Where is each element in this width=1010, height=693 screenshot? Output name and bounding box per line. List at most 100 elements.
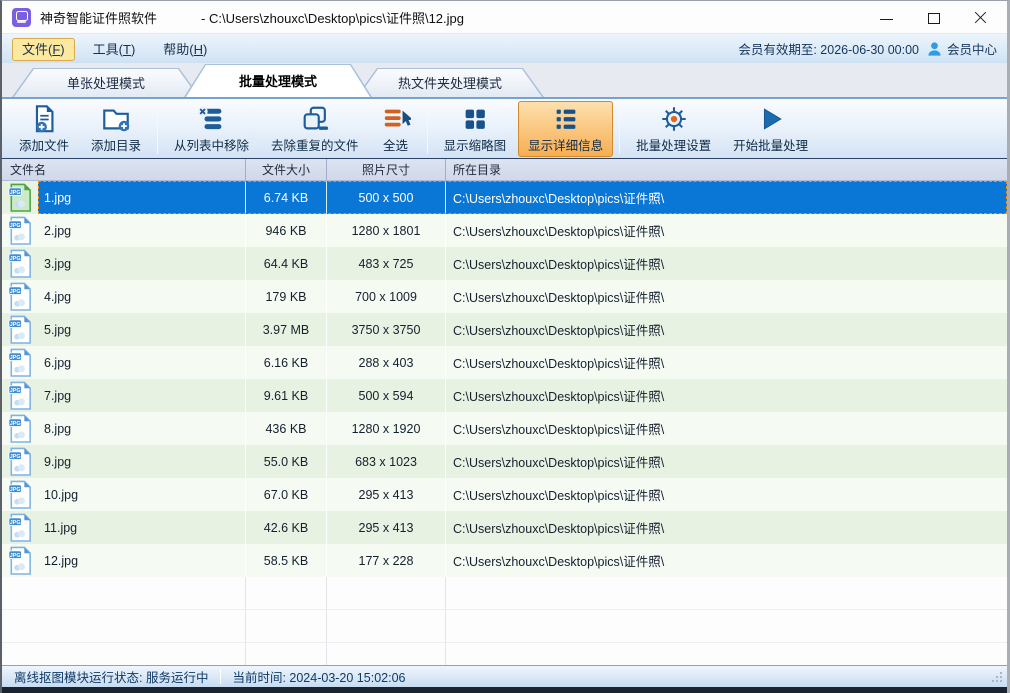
toolbar-button-show-thumbnails[interactable]: 显示缩略图 — [434, 101, 517, 157]
toolbar-button-add-file[interactable]: 添加文件 — [9, 101, 79, 157]
toolbar-button-show-details[interactable]: 显示详细信息 — [518, 101, 613, 157]
jpg-file-icon: JPG — [8, 249, 32, 278]
toolbar-button-remove-duplicates[interactable]: 去除重复的文件 — [261, 101, 369, 157]
table-row[interactable]: JPG 2.jpg946 KB1280 x 1801C:\Users\zhoux… — [2, 214, 1007, 247]
svg-text:JPG: JPG — [10, 421, 21, 427]
svg-text:JPG: JPG — [10, 289, 21, 295]
file-icon-cell: JPG — [2, 280, 38, 313]
row-cells: 8.jpg436 KB1280 x 1920C:\Users\zhouxc\De… — [38, 412, 1007, 445]
table-row[interactable]: JPG 3.jpg64.4 KB483 x 725C:\Users\zhouxc… — [2, 247, 1007, 280]
directory-cell: C:\Users\zhouxc\Desktop\pics\证件照\ — [445, 544, 1007, 577]
row-cells: 10.jpg67.0 KB295 x 413C:\Users\zhouxc\De… — [38, 478, 1007, 511]
toolbar-button-label: 显示缩略图 — [444, 135, 507, 154]
show-thumbnails-icon — [460, 104, 490, 134]
file-size-cell: 436 KB — [245, 412, 326, 445]
svg-text:JPG: JPG — [10, 256, 21, 262]
file-name-cell: 10.jpg — [38, 478, 245, 511]
table-row[interactable]: JPG 5.jpg3.97 MB3750 x 3750C:\Users\zhou… — [2, 313, 1007, 346]
toolbar-button-label: 添加目录 — [91, 135, 141, 154]
app-title: 神奇智能证件照软件 — [40, 8, 157, 27]
toolbar-button-label: 添加文件 — [19, 135, 69, 154]
minimize-icon[interactable] — [880, 11, 893, 24]
module-status-text: 离线抠图模块运行状态: 服务运行中 — [2, 667, 220, 686]
toolbar-separator — [619, 104, 620, 154]
column-header-filesize[interactable]: 文件大小 — [245, 159, 326, 180]
empty-table-row — [2, 577, 1007, 610]
directory-cell: C:\Users\zhouxc\Desktop\pics\证件照\ — [445, 181, 1007, 214]
photo-dimensions-cell: 3750 x 3750 — [326, 313, 445, 346]
mode-tab-bar: 单张处理模式批量处理模式热文件夹处理模式 — [2, 63, 1007, 97]
svg-text:JPG: JPG — [10, 322, 21, 328]
file-table: 文件名 文件大小 照片尺寸 所在目录 JPG 1.jpg6.74 KB500 x… — [2, 159, 1007, 666]
tab-label: 单张处理模式 — [12, 68, 200, 97]
jpg-file-icon: JPG — [8, 315, 32, 344]
menu-item-F[interactable]: 文件(F) — [12, 38, 75, 61]
show-details-icon — [551, 104, 581, 134]
row-cells: 7.jpg9.61 KB500 x 594C:\Users\zhouxc\Des… — [38, 379, 1007, 412]
table-header-row: 文件名 文件大小 照片尺寸 所在目录 — [2, 159, 1007, 181]
member-person-icon — [927, 41, 942, 57]
jpg-file-icon: JPG — [8, 216, 32, 245]
column-header-directory[interactable]: 所在目录 — [445, 159, 1007, 180]
table-row[interactable]: JPG 1.jpg6.74 KB500 x 500C:\Users\zhouxc… — [2, 181, 1007, 214]
toolbar-button-select-all[interactable]: 全选 — [371, 101, 421, 157]
toolbar-button-start-batch[interactable]: 开始批量处理 — [723, 101, 818, 157]
file-size-cell: 946 KB — [245, 214, 326, 247]
tab-batch-mode[interactable]: 批量处理模式 — [184, 64, 372, 97]
jpg-file-icon: JPG — [8, 348, 32, 377]
file-icon-cell: JPG — [2, 478, 38, 511]
row-cells: 6.jpg6.16 KB288 x 403C:\Users\zhouxc\Des… — [38, 346, 1007, 379]
resize-grip-icon[interactable] — [990, 670, 1004, 684]
row-cells: 5.jpg3.97 MB3750 x 3750C:\Users\zhouxc\D… — [38, 313, 1007, 346]
row-cells: 12.jpg58.5 KB177 x 228C:\Users\zhouxc\De… — [38, 544, 1007, 577]
toolbar-separator — [157, 104, 158, 154]
membership-area: 会员有效期至: 2026-06-30 00:00 会员中心 — [738, 39, 997, 58]
toolbar-button-batch-settings[interactable]: 批量处理设置 — [626, 101, 721, 157]
close-icon[interactable] — [974, 11, 987, 24]
select-all-icon — [381, 104, 411, 134]
table-row[interactable]: JPG 9.jpg55.0 KB683 x 1023C:\Users\zhoux… — [2, 445, 1007, 478]
table-row[interactable]: JPG 11.jpg42.6 KB295 x 413C:\Users\zhoux… — [2, 511, 1007, 544]
tab-single-mode[interactable]: 单张处理模式 — [12, 68, 200, 97]
app-logo-icon — [12, 8, 31, 27]
table-row[interactable]: JPG 7.jpg9.61 KB500 x 594C:\Users\zhouxc… — [2, 379, 1007, 412]
svg-text:JPG: JPG — [10, 487, 21, 493]
member-center-button[interactable]: 会员中心 — [927, 39, 997, 58]
jpg-file-icon: JPG — [8, 183, 32, 212]
tab-hot-folder-mode[interactable]: 热文件夹处理模式 — [356, 68, 544, 97]
statusbar-divider — [220, 669, 221, 684]
toolbar-separator — [427, 104, 428, 154]
directory-cell: C:\Users\zhouxc\Desktop\pics\证件照\ — [445, 379, 1007, 412]
toolbar-button-remove-from-list[interactable]: 从列表中移除 — [164, 101, 259, 157]
jpg-file-icon: JPG — [8, 447, 32, 476]
table-row[interactable]: JPG 8.jpg436 KB1280 x 1920C:\Users\zhoux… — [2, 412, 1007, 445]
photo-dimensions-cell: 483 x 725 — [326, 247, 445, 280]
add-file-icon — [29, 104, 59, 134]
toolbar-button-add-folder[interactable]: 添加目录 — [81, 101, 151, 157]
file-name-cell: 12.jpg — [38, 544, 245, 577]
file-icon-cell: JPG — [2, 445, 38, 478]
directory-cell: C:\Users\zhouxc\Desktop\pics\证件照\ — [445, 214, 1007, 247]
row-cells: 9.jpg55.0 KB683 x 1023C:\Users\zhouxc\De… — [38, 445, 1007, 478]
table-row[interactable]: JPG 6.jpg6.16 KB288 x 403C:\Users\zhouxc… — [2, 346, 1007, 379]
jpg-file-icon: JPG — [8, 480, 32, 509]
column-header-filename[interactable]: 文件名 — [2, 159, 245, 180]
toolbar-button-label: 从列表中移除 — [174, 135, 249, 154]
document-path: - C:\Users\zhouxc\Desktop\pics\证件照\12.jp… — [201, 8, 464, 27]
file-name-cell: 11.jpg — [38, 511, 245, 544]
file-size-cell: 3.97 MB — [245, 313, 326, 346]
column-header-dimensions[interactable]: 照片尺寸 — [326, 159, 445, 180]
file-icon-cell: JPG — [2, 511, 38, 544]
maximize-icon[interactable] — [927, 11, 940, 24]
file-icon-cell: JPG — [2, 379, 38, 412]
table-row[interactable]: JPG 10.jpg67.0 KB295 x 413C:\Users\zhoux… — [2, 478, 1007, 511]
table-row[interactable]: JPG 4.jpg179 KB700 x 1009C:\Users\zhouxc… — [2, 280, 1007, 313]
menu-items: 文件(F) 工具(T) 帮助(H) — [12, 39, 225, 59]
file-icon-cell: JPG — [2, 544, 38, 577]
photo-dimensions-cell: 177 x 228 — [326, 544, 445, 577]
file-name-cell: 3.jpg — [38, 247, 245, 280]
menu-item-H[interactable]: 帮助(H) — [153, 38, 217, 61]
toolbar-button-label: 开始批量处理 — [733, 135, 808, 154]
table-row[interactable]: JPG 12.jpg58.5 KB177 x 228C:\Users\zhoux… — [2, 544, 1007, 577]
menu-item-T[interactable]: 工具(T) — [83, 38, 146, 61]
